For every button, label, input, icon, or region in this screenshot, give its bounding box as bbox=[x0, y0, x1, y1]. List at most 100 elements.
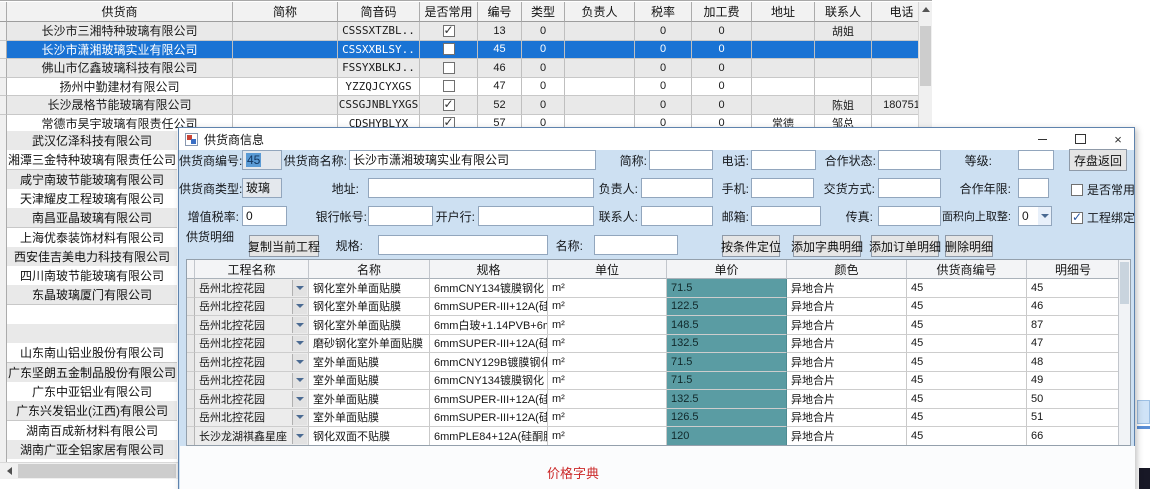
dialog-titlebar[interactable]: 供货商信息 × bbox=[179, 128, 1134, 150]
scroll-up-button[interactable] bbox=[919, 2, 932, 17]
scrollbar-thumb[interactable] bbox=[1120, 262, 1129, 304]
short-name-label: 简称: bbox=[607, 151, 647, 171]
list-item[interactable]: 山东南山铝业股份有限公司 bbox=[7, 343, 177, 363]
list-item[interactable]: 上海优泰装饰材料有限公司 bbox=[7, 228, 177, 248]
price-cell: 148.5 bbox=[667, 316, 787, 335]
project-combo[interactable]: 岳州北控花园 bbox=[195, 353, 309, 372]
email-input[interactable] bbox=[751, 206, 821, 226]
chevron-down-icon bbox=[1038, 207, 1051, 225]
is-common-checkbox[interactable] bbox=[420, 59, 478, 78]
maximize-button[interactable] bbox=[1072, 131, 1088, 147]
detail-row[interactable]: 岳州北控花园钢化室外单面贴膜6mmCNY134镀膜钢化m²71.5异地合片454… bbox=[187, 279, 1120, 298]
scroll-left-button[interactable] bbox=[2, 464, 17, 478]
list-item[interactable]: 四川南玻节能玻璃有限公司 bbox=[7, 266, 177, 286]
cell: 佛山市亿鑫玻璃科技有限公司 bbox=[7, 59, 233, 78]
detail-row[interactable]: 岳州北控花园室外单面贴膜6mmCNY134镀膜钢化m²71.5异地合片4549 bbox=[187, 372, 1120, 391]
list-item[interactable]: 西安佳吉美电力科技有限公司 bbox=[7, 247, 177, 267]
list-item[interactable]: 广东坚朗五金制品股份有限公司 bbox=[7, 363, 177, 383]
cell: 47 bbox=[478, 78, 522, 97]
project-combo[interactable]: 岳州北控花园 bbox=[195, 390, 309, 409]
area-round-up-combo[interactable]: 0 bbox=[1018, 206, 1052, 226]
list-item[interactable] bbox=[7, 324, 177, 344]
detail-row[interactable]: 岳州北控花园钢化室外单面贴膜6mm白玻+1.14PVB+6mm...m²148.… bbox=[187, 316, 1120, 335]
is-common-checkbox[interactable] bbox=[420, 78, 478, 97]
list-item[interactable]: 咸宁南玻节能玻璃有限公司 bbox=[7, 170, 177, 190]
is-common-checkbox[interactable] bbox=[420, 41, 478, 60]
table-row[interactable]: 长沙市潇湘玻璃实业有限公司CSSXXBLSY..45000 bbox=[0, 41, 932, 60]
price-cell: 71.5 bbox=[667, 372, 787, 391]
list-item[interactable] bbox=[7, 305, 177, 325]
list-item[interactable]: 湘潭三金特种玻璃有限责任公司 bbox=[7, 150, 177, 170]
spec-filter-input[interactable] bbox=[378, 235, 548, 255]
list-item[interactable]: 湖南广亚全铝家居有限公司 bbox=[7, 440, 177, 460]
project-combo[interactable]: 岳州北控花园 bbox=[195, 316, 309, 335]
project-combo[interactable]: 长沙龙湖祺鑫星座 bbox=[195, 427, 309, 446]
copy-current-project-button[interactable]: 复制当前工程 bbox=[249, 235, 319, 257]
address-input[interactable] bbox=[368, 178, 594, 198]
detail-row[interactable]: 岳州北控花园室外单面贴膜6mmSUPER-III+12A(硅...m²126.5… bbox=[187, 409, 1120, 428]
cell: m² bbox=[548, 279, 667, 298]
detail-row[interactable]: 岳州北控花园磨砂钢化室外单面贴膜6mmSUPER-III+12A(硅...m²1… bbox=[187, 335, 1120, 354]
project-combo[interactable]: 岳州北控花园 bbox=[195, 409, 309, 428]
list-item[interactable]: 湖南百成新材料有限公司 bbox=[7, 421, 177, 441]
supplier-type-input[interactable]: 玻璃 bbox=[242, 178, 282, 198]
list-item[interactable]: 武汉亿泽科技有限公司 bbox=[7, 131, 177, 151]
supplier-no-input[interactable]: 45 bbox=[242, 150, 282, 170]
scrollbar-thumb[interactable] bbox=[920, 26, 931, 86]
minimize-button[interactable] bbox=[1034, 131, 1050, 147]
contact-input[interactable] bbox=[641, 206, 713, 226]
detail-row[interactable]: 岳州北控花园室外单面贴膜6mmSUPER-III+12A(硅...m²132.5… bbox=[187, 390, 1120, 409]
list-item[interactable]: 天津耀皮工程玻璃有限公司 bbox=[7, 189, 177, 209]
mobile-input[interactable] bbox=[751, 178, 814, 198]
detail-row[interactable]: 岳州北控花园室外单面贴膜6mmCNY129B镀膜钢化m²71.5异地合片4548 bbox=[187, 353, 1120, 372]
add-dictionary-detail-button[interactable]: 添加字典明细 bbox=[793, 235, 861, 257]
list-item[interactable]: 东晶玻璃厦门有限公司 bbox=[7, 285, 177, 305]
table-row[interactable]: 长沙晟格节能玻璃有限公司CSSGJNBLYXGS52000陈姐180751 bbox=[0, 96, 932, 115]
bank-account-input[interactable] bbox=[368, 206, 433, 226]
cell: 0 bbox=[692, 78, 752, 97]
save-return-button[interactable]: 存盘返回 bbox=[1069, 149, 1127, 171]
project-combo[interactable]: 岳州北控花园 bbox=[195, 335, 309, 354]
bank-name-input[interactable] bbox=[478, 206, 594, 226]
table-row[interactable]: 长沙市三湘特种玻璃有限公司CSSSXTZBL..13000胡姐 bbox=[0, 22, 932, 41]
manager-input[interactable] bbox=[641, 178, 713, 198]
project-combo[interactable]: 岳州北控花园 bbox=[195, 372, 309, 391]
locate-by-condition-button[interactable]: 按条件定位 bbox=[722, 235, 780, 257]
column-header: 名称 bbox=[309, 260, 430, 279]
suppliers-horizontal-scrollbar[interactable] bbox=[0, 462, 178, 479]
area-round-up-label: 面积向上取整: bbox=[921, 207, 1011, 227]
close-button[interactable]: × bbox=[1110, 131, 1126, 147]
phone-input[interactable] bbox=[751, 150, 816, 170]
delete-detail-button[interactable]: 删除明细 bbox=[945, 235, 993, 257]
project-combo[interactable]: 岳州北控花园 bbox=[195, 279, 309, 298]
supplier-name-input[interactable]: 长沙市潇湘玻璃实业有限公司 bbox=[349, 150, 596, 170]
cell bbox=[565, 41, 635, 60]
delivery-method-input[interactable] bbox=[878, 178, 941, 198]
is-common-checkbox[interactable] bbox=[420, 96, 478, 115]
short-name-input[interactable] bbox=[649, 150, 713, 170]
coop-years-input[interactable] bbox=[1018, 178, 1049, 198]
project-bind-checkbox[interactable]: 工程绑定 bbox=[1071, 209, 1135, 226]
often-used-checkbox[interactable]: 是否常用 bbox=[1071, 181, 1135, 198]
detail-row[interactable]: 岳州北控花园钢化室外单面贴膜6mmSUPER-III+12A(硅...m²122… bbox=[187, 298, 1120, 317]
list-item[interactable]: 南昌亚晶玻璃有限公司 bbox=[7, 208, 177, 228]
vat-rate-input[interactable]: 0 bbox=[242, 206, 287, 226]
coop-status-input[interactable] bbox=[878, 150, 941, 170]
project-combo[interactable]: 岳州北控花园 bbox=[195, 298, 309, 317]
suppliers-vertical-scrollbar[interactable] bbox=[918, 2, 932, 128]
column-header: 负责人 bbox=[565, 2, 635, 22]
name-filter-input[interactable] bbox=[594, 235, 678, 255]
detail-grid-scrollbar[interactable] bbox=[1118, 260, 1130, 445]
detail-row[interactable]: 长沙龙湖祺鑫星座钢化双面不贴膜6mmPLE84+12A(硅酮胶...m²120异… bbox=[187, 427, 1120, 446]
dialog-bottom-panel: 价格字典 bbox=[180, 446, 1135, 489]
is-common-checkbox[interactable] bbox=[420, 22, 478, 41]
cell: 异地合片 bbox=[787, 390, 907, 409]
desktop-text-fragment bbox=[1139, 468, 1150, 489]
list-item[interactable]: 广东兴发铝业(江西)有限公司 bbox=[7, 401, 177, 421]
table-row[interactable]: 佛山市亿鑫玻璃科技有限公司FSSYXBLKJ..46000 bbox=[0, 59, 932, 78]
grade-input[interactable] bbox=[1018, 150, 1054, 170]
list-item[interactable]: 广东中亚铝业有限公司 bbox=[7, 382, 177, 402]
add-order-detail-button[interactable]: 添加订单明细 bbox=[871, 235, 939, 257]
scrollbar-thumb[interactable] bbox=[18, 464, 176, 478]
table-row[interactable]: 扬州中勤建材有限公司YZZQJCYXGS47000 bbox=[0, 78, 932, 97]
